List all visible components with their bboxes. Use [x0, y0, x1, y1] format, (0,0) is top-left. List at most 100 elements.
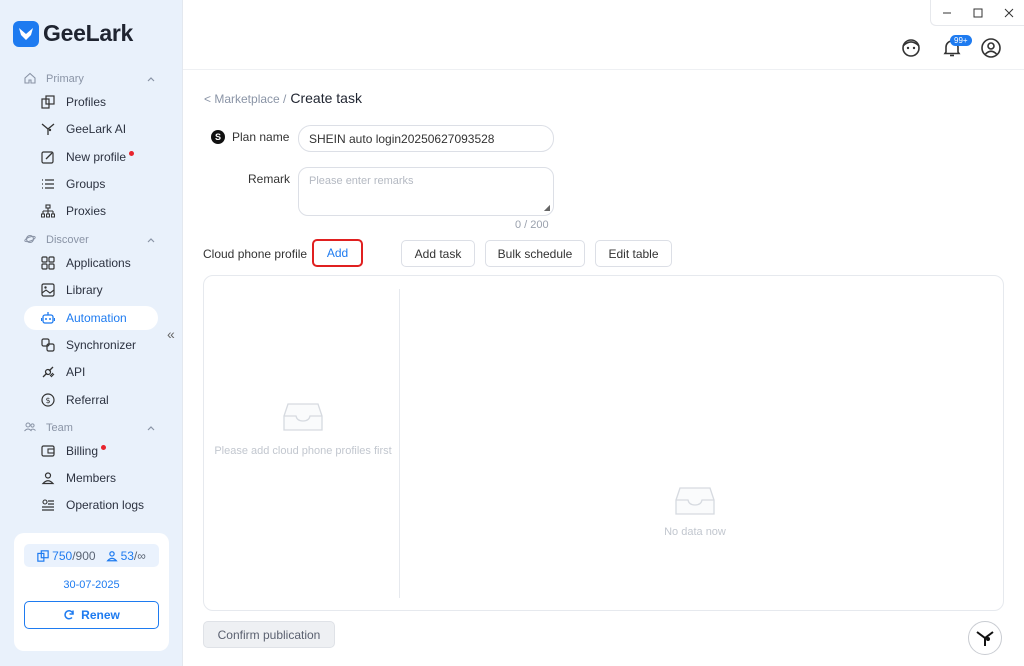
chevron-up-icon [146, 423, 156, 433]
account-icon[interactable] [980, 37, 1002, 59]
logo[interactable]: GeeLark [13, 20, 133, 47]
dollar-icon: $ [40, 392, 56, 408]
sidebar-item-groups[interactable]: Groups [24, 172, 158, 196]
edit-icon [40, 149, 56, 165]
user-icon [40, 470, 56, 486]
minimize-icon[interactable] [931, 0, 962, 25]
section-discover[interactable]: Discover [24, 233, 156, 247]
section-label: Primary [46, 73, 84, 85]
remark-char-count: 0 / 200 [515, 219, 549, 231]
sidebar-item-api[interactable]: API [24, 360, 158, 384]
confirm-publication-button[interactable]: Confirm publication [203, 621, 335, 648]
sidebar-item-label: Billing [66, 444, 99, 458]
geelark-assistant-icon[interactable] [968, 621, 1002, 655]
quota-bar: 750/900 53/∞ [24, 544, 159, 567]
sidebar-item-label: Groups [66, 177, 106, 191]
edit-table-button[interactable]: Edit table [595, 240, 672, 267]
bulk-schedule-button[interactable]: Bulk schedule [485, 240, 585, 267]
sidebar-item-profiles[interactable]: Profiles [24, 90, 158, 114]
sidebar-item-referral[interactable]: $ Referral [24, 388, 158, 412]
tasks-empty-text: No data now [664, 526, 726, 538]
page-title: Create task [290, 90, 362, 106]
sidebar-item-label: Operation logs [66, 498, 145, 512]
add-profile-button[interactable]: Add [312, 239, 363, 267]
sidebar-item-label: Proxies [66, 204, 107, 218]
breadcrumb-marketplace[interactable]: < Marketplace / [204, 92, 286, 106]
members-used: 53 [120, 548, 134, 563]
support-icon[interactable] [900, 37, 922, 59]
remark-textarea[interactable]: Please enter remarks ◢ [298, 167, 554, 216]
list-icon [40, 176, 56, 192]
renew-button[interactable]: Renew [24, 601, 159, 629]
notification-dot [129, 150, 135, 156]
chevron-up-icon [146, 235, 156, 245]
planet-icon [24, 233, 38, 247]
sidebar-item-label: GeeLark AI [66, 122, 127, 136]
home-icon [24, 72, 38, 86]
profile-quota: 750/900 [37, 548, 96, 563]
sidebar-item-geelark-ai[interactable]: GeeLark AI [24, 117, 158, 141]
resize-handle-icon[interactable]: ◢ [544, 203, 550, 212]
sidebar-item-library[interactable]: Library [24, 278, 158, 302]
collapse-sidebar-icon[interactable]: « [167, 326, 175, 342]
maximize-icon[interactable] [962, 0, 993, 25]
profiles-total: /900 [72, 548, 96, 563]
profiles-icon [40, 94, 56, 110]
sidebar-item-label: Library [66, 283, 103, 297]
chevron-up-icon [146, 74, 156, 84]
profiles-icon [37, 549, 49, 562]
plan-name-input[interactable]: SHEIN auto login20250627093528 [298, 125, 554, 152]
brand-name: GeeLark [43, 20, 133, 46]
cloud-phone-profile-label: Cloud phone profile [203, 247, 308, 261]
sidebar: GeeLark Primary Profiles GeeLark AI New … [0, 0, 183, 666]
section-label: Discover [46, 234, 89, 246]
sidebar-item-label: Applications [66, 256, 131, 270]
member-quota: 53/∞ [105, 548, 146, 563]
empty-box-icon [600, 484, 790, 518]
api-icon [40, 364, 56, 380]
sidebar-item-members[interactable]: Members [24, 466, 158, 490]
remark-placeholder: Please enter remarks [309, 175, 414, 187]
ai-icon [40, 121, 56, 137]
add-task-button[interactable]: Add task [401, 240, 475, 267]
plan-card: 750/900 53/∞ 30-07-2025 Renew [14, 533, 169, 651]
window-controls [930, 0, 1024, 26]
remark-label: Remark [248, 172, 291, 186]
sidebar-item-label: API [66, 365, 86, 379]
section-primary[interactable]: Primary [24, 72, 156, 86]
tasks-empty-state: No data now [600, 484, 790, 538]
log-icon [40, 497, 56, 513]
sidebar-item-synchronizer[interactable]: Synchronizer [24, 333, 158, 357]
panel-divider[interactable] [399, 289, 400, 598]
sidebar-item-operation-logs[interactable]: Operation logs [24, 493, 158, 517]
notification-dot [101, 444, 107, 450]
geelark-logo-icon [13, 20, 39, 47]
sidebar-item-label: Referral [66, 393, 109, 407]
section-label: Team [46, 422, 73, 434]
breadcrumb: < Marketplace / Create task [204, 90, 362, 106]
sidebar-item-automation[interactable]: Automation [24, 306, 158, 330]
sidebar-item-billing[interactable]: Billing [24, 439, 158, 463]
svg-text:$: $ [45, 396, 50, 405]
sidebar-item-label: Synchronizer [66, 338, 137, 352]
sidebar-item-applications[interactable]: Applications [24, 251, 158, 275]
refresh-icon [64, 610, 74, 620]
shein-icon: S [211, 130, 225, 144]
sidebar-item-label: Automation [66, 311, 127, 325]
section-team[interactable]: Team [24, 421, 156, 435]
expiry-date: 30-07-2025 [63, 579, 120, 591]
wallet-icon [40, 443, 56, 459]
sidebar-item-new-profile[interactable]: New profile [24, 145, 158, 169]
team-icon [24, 421, 38, 435]
sidebar-item-label: New profile [66, 150, 127, 164]
profiles-empty-state: Please add cloud phone profiles first [210, 400, 396, 461]
grid-icon [40, 255, 56, 271]
renew-label: Renew [81, 608, 120, 622]
image-icon [40, 282, 56, 298]
sidebar-item-proxies[interactable]: Proxies [24, 199, 158, 223]
profiles-used: 750 [52, 548, 73, 563]
empty-box-icon [210, 400, 396, 434]
close-icon[interactable] [993, 0, 1024, 25]
topbar [183, 0, 1024, 70]
network-icon [40, 203, 56, 219]
